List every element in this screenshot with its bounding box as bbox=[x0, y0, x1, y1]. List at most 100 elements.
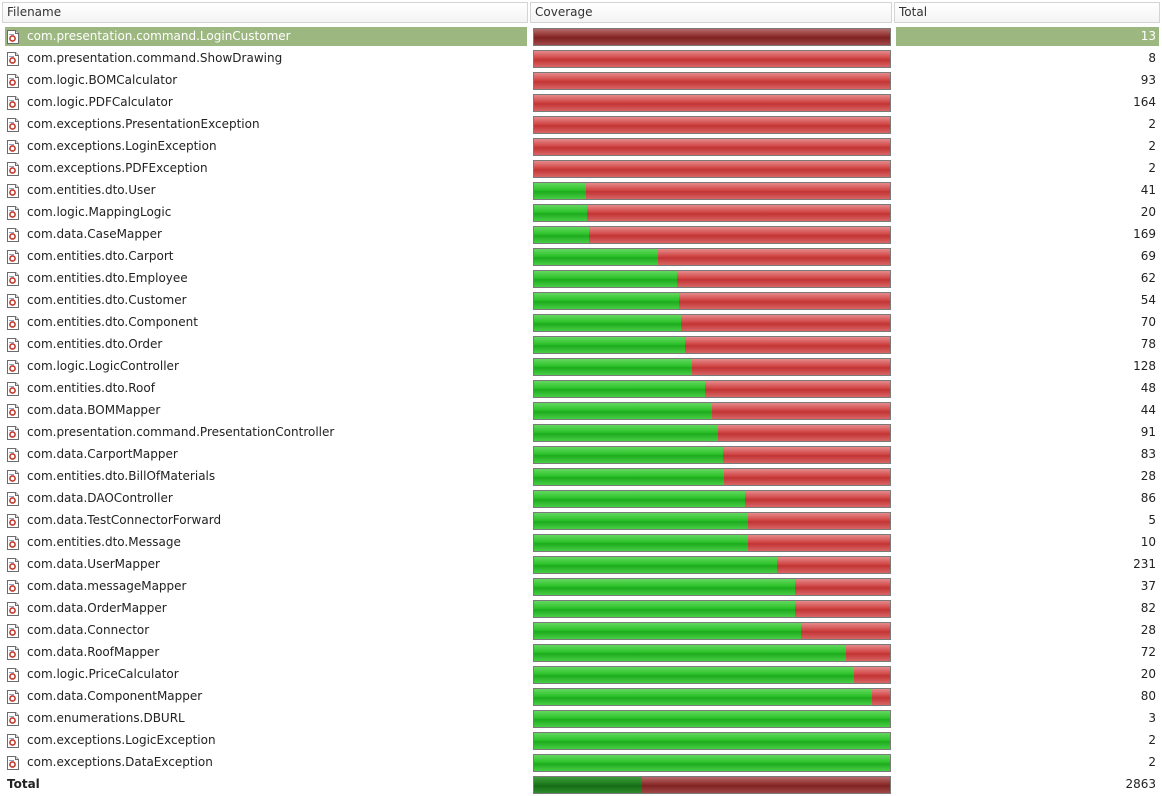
java-source-file-icon bbox=[6, 51, 20, 66]
java-source-file-icon bbox=[6, 755, 20, 770]
table-row[interactable]: com.exceptions.LogicException 2 bbox=[0, 730, 1162, 752]
table-row[interactable]: com.logic.LogicController 128 bbox=[0, 356, 1162, 378]
table-row[interactable]: com.data.ComponentMapper 80 bbox=[0, 686, 1162, 708]
filename-cell[interactable]: com.entities.dto.Order bbox=[5, 335, 527, 354]
table-row[interactable]: com.exceptions.DataException 2 bbox=[0, 752, 1162, 774]
coverage-bar bbox=[533, 512, 891, 530]
table-row[interactable]: com.data.RoofMapper 72 bbox=[0, 642, 1162, 664]
total-cell: 128 bbox=[1133, 359, 1156, 373]
column-header-filename[interactable]: Filename bbox=[2, 2, 528, 23]
filename-cell[interactable]: com.presentation.command.ShowDrawing bbox=[5, 49, 527, 68]
filename-cell[interactable]: com.logic.LogicController bbox=[5, 357, 527, 376]
table-row[interactable]: com.entities.dto.Order 78 bbox=[0, 334, 1162, 356]
filename-cell[interactable]: com.exceptions.LogicException bbox=[5, 731, 527, 750]
filename-cell[interactable]: com.presentation.command.LoginCustomer bbox=[5, 27, 527, 46]
filename-cell[interactable]: com.data.DAOController bbox=[5, 489, 527, 508]
table-row[interactable]: com.presentation.command.PresentationCon… bbox=[0, 422, 1162, 444]
filename-text: com.data.messageMapper bbox=[27, 579, 187, 593]
filename-cell[interactable]: Total bbox=[5, 775, 527, 794]
filename-cell[interactable]: com.data.ComponentMapper bbox=[5, 687, 527, 706]
filename-cell[interactable]: com.logic.BOMCalculator bbox=[5, 71, 527, 90]
filename-cell[interactable]: com.enumerations.DBURL bbox=[5, 709, 527, 728]
table-row[interactable]: com.exceptions.PDFException 2 bbox=[0, 158, 1162, 180]
table-row[interactable]: com.entities.dto.Employee 62 bbox=[0, 268, 1162, 290]
java-source-file-icon bbox=[6, 293, 20, 308]
filename-cell[interactable]: com.presentation.command.PresentationCon… bbox=[5, 423, 527, 442]
coverage-bar-uncovered bbox=[587, 205, 890, 221]
filename-cell[interactable]: com.exceptions.DataException bbox=[5, 753, 527, 772]
filename-text: com.presentation.command.ShowDrawing bbox=[27, 51, 283, 65]
table-row[interactable]: com.data.Connector 28 bbox=[0, 620, 1162, 642]
filename-text: com.exceptions.DataException bbox=[27, 755, 213, 769]
coverage-bar bbox=[533, 468, 891, 486]
coverage-bar-covered bbox=[534, 645, 846, 661]
table-row[interactable]: com.exceptions.LoginException 2 bbox=[0, 136, 1162, 158]
coverage-table-body: com.presentation.command.LoginCustomer 13… bbox=[0, 26, 1162, 796]
filename-cell[interactable]: com.data.CaseMapper bbox=[5, 225, 527, 244]
filename-cell[interactable]: com.exceptions.LoginException bbox=[5, 137, 527, 156]
java-source-file-icon bbox=[6, 711, 20, 726]
column-header-total[interactable]: Total bbox=[894, 2, 1160, 23]
filename-cell[interactable]: com.entities.dto.Customer bbox=[5, 291, 527, 310]
filename-cell[interactable]: com.data.messageMapper bbox=[5, 577, 527, 596]
table-row[interactable]: com.entities.dto.Message 10 bbox=[0, 532, 1162, 554]
table-row[interactable]: com.data.UserMapper 231 bbox=[0, 554, 1162, 576]
table-row[interactable]: com.enumerations.DBURL 3 bbox=[0, 708, 1162, 730]
filename-cell[interactable]: com.entities.dto.Component bbox=[5, 313, 527, 332]
filename-cell[interactable]: com.data.Connector bbox=[5, 621, 527, 640]
table-row[interactable]: com.data.OrderMapper 82 bbox=[0, 598, 1162, 620]
table-row[interactable]: com.data.CarportMapper 83 bbox=[0, 444, 1162, 466]
filename-cell[interactable]: com.entities.dto.User bbox=[5, 181, 527, 200]
filename-cell[interactable]: com.data.CarportMapper bbox=[5, 445, 527, 464]
coverage-bar-covered bbox=[534, 469, 725, 485]
filename-cell[interactable]: com.data.OrderMapper bbox=[5, 599, 527, 618]
coverage-bar bbox=[533, 556, 891, 574]
coverage-bar bbox=[533, 248, 891, 266]
filename-cell[interactable]: com.logic.MappingLogic bbox=[5, 203, 527, 222]
column-header-coverage[interactable]: Coverage bbox=[530, 2, 892, 23]
table-row[interactable]: com.logic.PDFCalculator 164 bbox=[0, 92, 1162, 114]
coverage-bar-covered bbox=[534, 513, 748, 529]
coverage-bar bbox=[533, 402, 891, 420]
total-label: Total bbox=[7, 777, 40, 791]
coverage-bar bbox=[533, 446, 891, 464]
coverage-bar-covered bbox=[534, 337, 685, 353]
filename-cell[interactable]: com.entities.dto.BillOfMaterials bbox=[5, 467, 527, 486]
filename-cell[interactable]: com.data.TestConnectorForward bbox=[5, 511, 527, 530]
filename-cell[interactable]: com.logic.PriceCalculator bbox=[5, 665, 527, 684]
java-source-file-icon bbox=[6, 117, 20, 132]
table-row[interactable]: com.entities.dto.Component 70 bbox=[0, 312, 1162, 334]
filename-cell[interactable]: com.exceptions.PresentationException bbox=[5, 115, 527, 134]
filename-cell[interactable]: com.entities.dto.Roof bbox=[5, 379, 527, 398]
table-row[interactable]: com.data.DAOController 86 bbox=[0, 488, 1162, 510]
filename-cell[interactable]: com.data.RoofMapper bbox=[5, 643, 527, 662]
filename-cell[interactable]: com.entities.dto.Employee bbox=[5, 269, 527, 288]
coverage-bar-covered bbox=[534, 249, 658, 265]
table-row[interactable]: com.data.CaseMapper 169 bbox=[0, 224, 1162, 246]
filename-cell[interactable]: com.logic.PDFCalculator bbox=[5, 93, 527, 112]
filename-cell[interactable]: com.exceptions.PDFException bbox=[5, 159, 527, 178]
table-row[interactable]: com.logic.MappingLogic 20 bbox=[0, 202, 1162, 224]
table-row[interactable]: com.data.BOMMapper 44 bbox=[0, 400, 1162, 422]
total-row[interactable]: Total 2863 bbox=[0, 774, 1162, 796]
filename-cell[interactable]: com.data.BOMMapper bbox=[5, 401, 527, 420]
table-row[interactable]: com.presentation.command.LoginCustomer 13 bbox=[0, 26, 1162, 48]
table-row[interactable]: com.entities.dto.Carport 69 bbox=[0, 246, 1162, 268]
table-row[interactable]: com.presentation.command.ShowDrawing 8 bbox=[0, 48, 1162, 70]
filename-text: com.presentation.command.LoginCustomer bbox=[27, 29, 291, 43]
table-row[interactable]: com.data.TestConnectorForward 5 bbox=[0, 510, 1162, 532]
total-cell: 86 bbox=[1140, 491, 1156, 505]
filename-cell[interactable]: com.entities.dto.Message bbox=[5, 533, 527, 552]
table-row[interactable]: com.logic.BOMCalculator 93 bbox=[0, 70, 1162, 92]
filename-cell[interactable]: com.entities.dto.Carport bbox=[5, 247, 527, 266]
coverage-bar-covered bbox=[534, 667, 855, 683]
table-row[interactable]: com.logic.PriceCalculator 20 bbox=[0, 664, 1162, 686]
table-row[interactable]: com.entities.dto.User 41 bbox=[0, 180, 1162, 202]
coverage-bar bbox=[533, 666, 891, 684]
filename-cell[interactable]: com.data.UserMapper bbox=[5, 555, 527, 574]
table-row[interactable]: com.entities.dto.Customer 54 bbox=[0, 290, 1162, 312]
table-row[interactable]: com.entities.dto.Roof 48 bbox=[0, 378, 1162, 400]
table-row[interactable]: com.entities.dto.BillOfMaterials 28 bbox=[0, 466, 1162, 488]
table-row[interactable]: com.exceptions.PresentationException 2 bbox=[0, 114, 1162, 136]
table-row[interactable]: com.data.messageMapper 37 bbox=[0, 576, 1162, 598]
